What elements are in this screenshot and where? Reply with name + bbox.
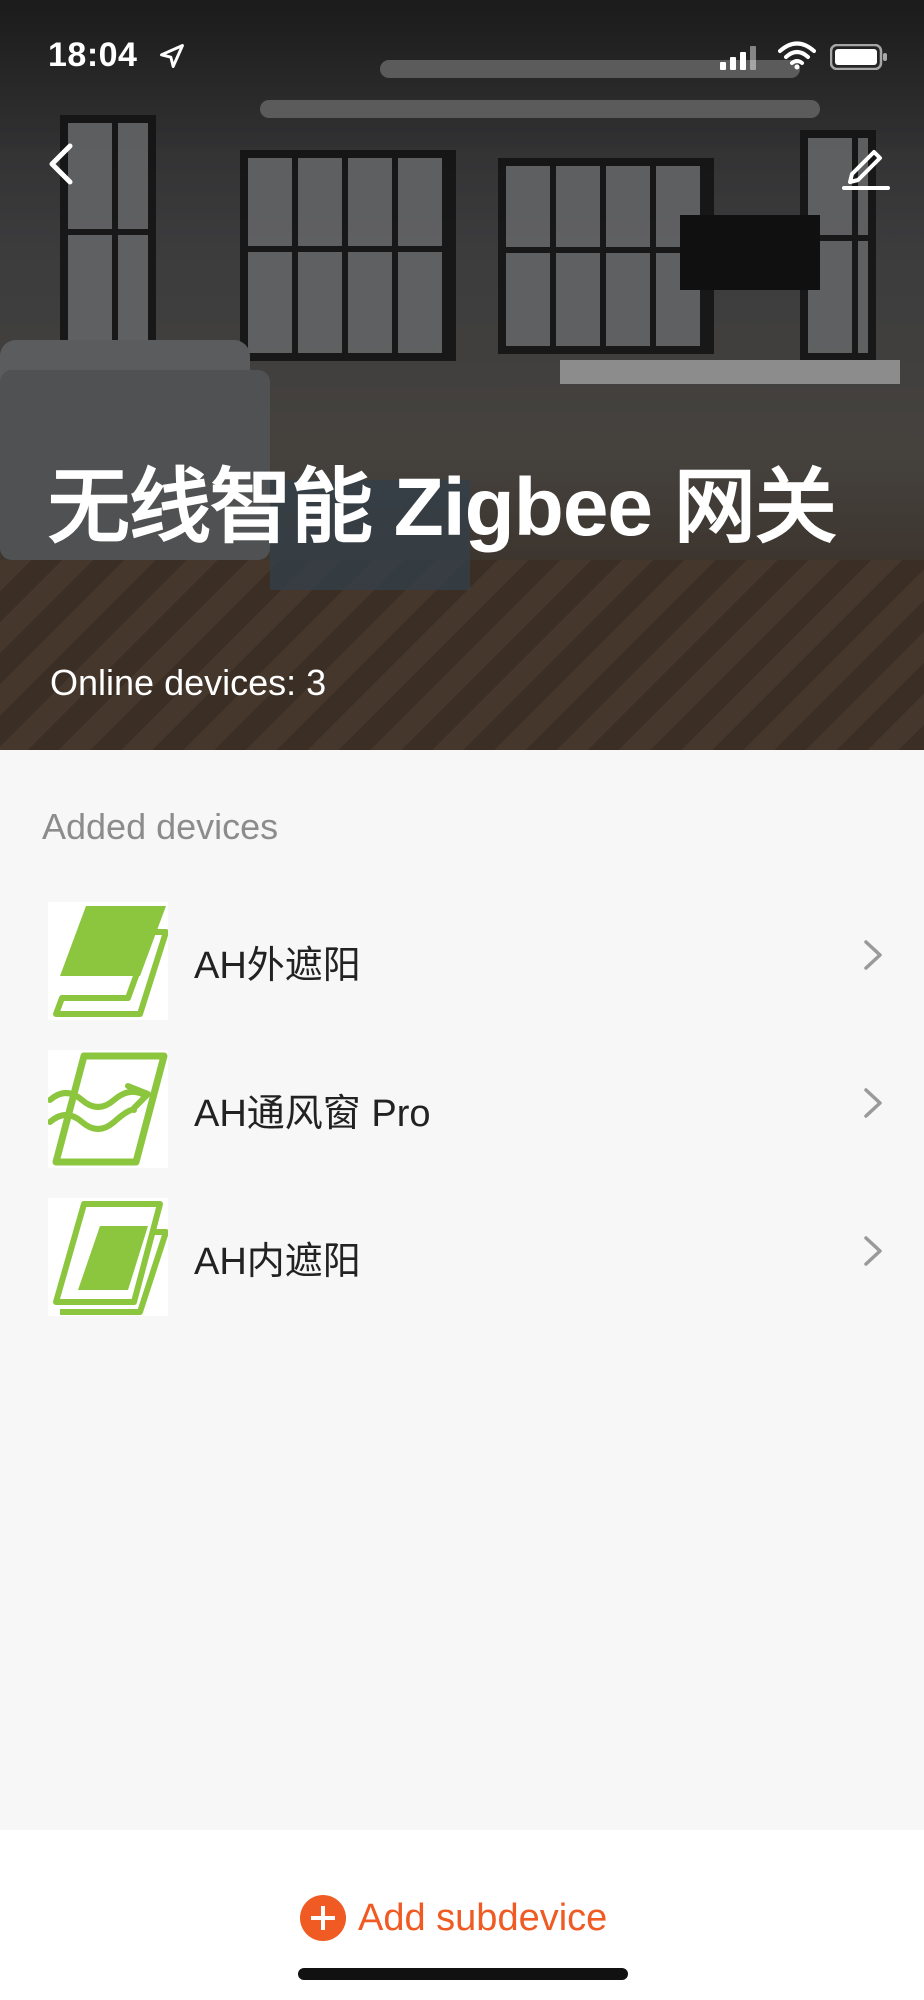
device-row-exterior-shade[interactable]: AH外遮阳 <box>0 884 924 1024</box>
online-devices-count: Online devices: 3 <box>50 662 327 703</box>
add-subdevice-label: Add subdevice <box>358 1896 608 1939</box>
device-label: AH通风窗 Pro <box>194 1093 431 1135</box>
chevron-left-icon <box>49 143 73 185</box>
chevron-right-icon <box>864 940 882 970</box>
device-label: AH外遮阳 <box>194 945 361 987</box>
cellular-signal-icon <box>720 46 756 70</box>
pencil-icon <box>842 150 890 190</box>
battery-icon <box>830 44 887 70</box>
device-label: AH内遮阳 <box>194 1241 361 1283</box>
add-subdevice-button[interactable]: Add subdevice <box>300 1890 607 1946</box>
exterior-shade-icon <box>48 902 169 1020</box>
device-row-ventilation-window[interactable]: AH通风窗 Pro <box>0 1032 924 1172</box>
page-title: 无线智能 Zigbee 网关 <box>48 462 837 553</box>
location-arrow-icon <box>160 44 184 68</box>
wifi-icon <box>778 41 816 70</box>
home-indicator <box>298 1968 628 1980</box>
device-row-interior-shade[interactable]: AH内遮阳 <box>0 1180 924 1320</box>
section-label-added-devices: Added devices <box>42 806 279 847</box>
status-bar: 18:04 <box>0 0 924 110</box>
chevron-right-icon <box>864 1236 882 1266</box>
ventilation-window-icon <box>47 1050 168 1168</box>
plus-circle-icon <box>300 1895 346 1941</box>
hero-background-image <box>0 0 924 750</box>
edit-button[interactable] <box>838 138 894 194</box>
back-button[interactable] <box>36 136 92 192</box>
interior-shade-icon <box>48 1198 169 1316</box>
chevron-right-icon <box>864 1088 882 1118</box>
status-time: 18:04 <box>48 36 138 74</box>
